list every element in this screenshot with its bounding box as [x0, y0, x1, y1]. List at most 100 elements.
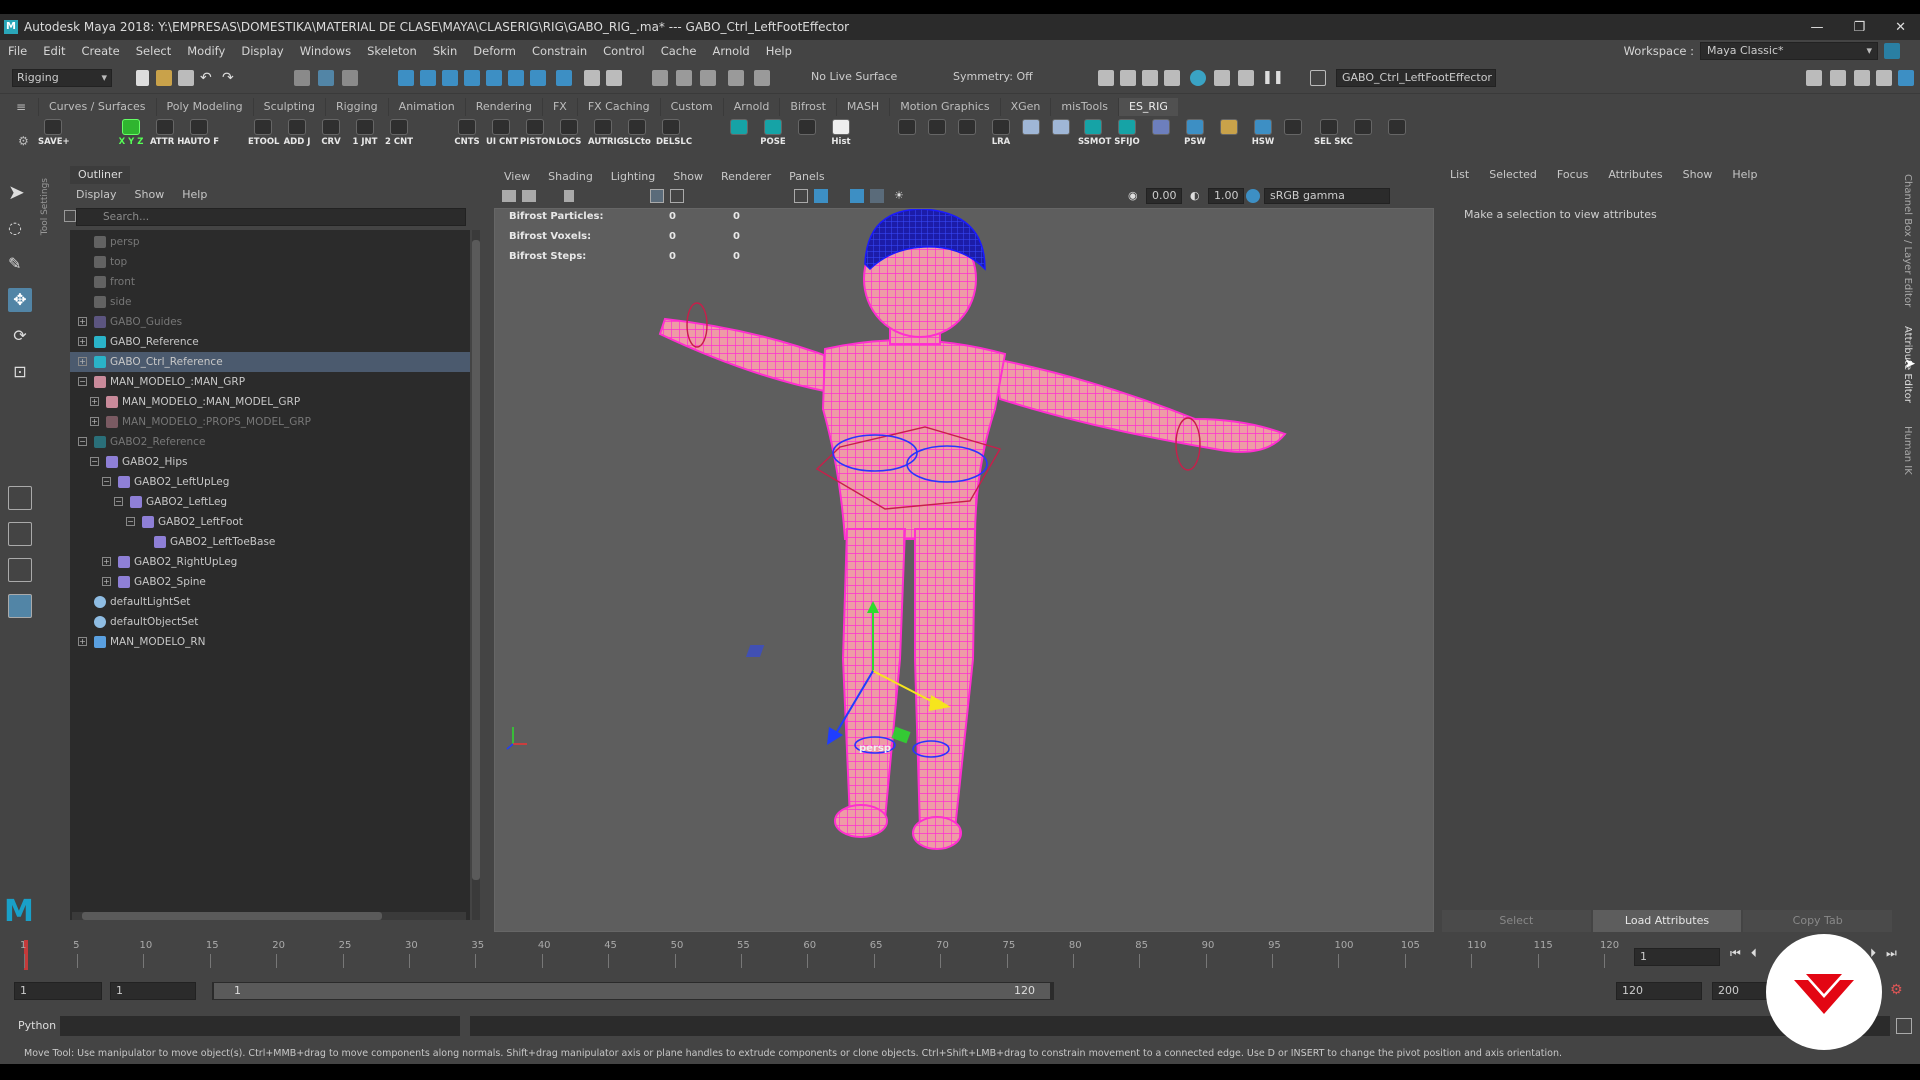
collapse-icon[interactable]: −: [126, 517, 135, 526]
outliner-row[interactable]: + GABO2_Spine: [70, 572, 470, 592]
animation-end-field[interactable]: 200: [1712, 982, 1772, 1000]
shelf-psw-button[interactable]: PSW: [1180, 116, 1210, 156]
shelf-sfijo-button[interactable]: SFIJO: [1112, 116, 1142, 156]
shelf-locs-button[interactable]: LOCS: [554, 116, 584, 156]
viewport-menu-panels[interactable]: Panels: [789, 168, 824, 186]
lock-icon[interactable]: [1884, 43, 1900, 59]
outliner-menu-help[interactable]: Help: [182, 188, 207, 201]
go-to-start-icon[interactable]: ⏮: [1730, 946, 1741, 961]
shelf-xyz-button[interactable]: X Y Z: [116, 116, 146, 156]
bookmark-icon[interactable]: [564, 190, 574, 202]
history-input-icon[interactable]: [652, 70, 668, 86]
open-scene-icon[interactable]: [156, 70, 172, 86]
snap-view-plane-icon[interactable]: [464, 70, 480, 86]
copy-tab-button[interactable]: Copy Tab: [1743, 910, 1893, 932]
exposure-field[interactable]: 0.00: [1146, 188, 1182, 204]
shelf-python-d-button[interactable]: [1382, 116, 1412, 156]
character-body[interactable]: [658, 209, 1287, 850]
snap-grid-icon[interactable]: [398, 70, 414, 86]
shelf-tab-fx-caching[interactable]: FX Caching: [576, 98, 660, 116]
playback-start-field[interactable]: 1: [110, 982, 196, 1000]
paint-select-tool-icon[interactable]: ✎: [8, 252, 32, 276]
menu-edit[interactable]: Edit: [43, 44, 65, 58]
expand-icon[interactable]: +: [102, 557, 111, 566]
outliner-row[interactable]: defaultLightSet: [70, 592, 470, 612]
exposure-icon[interactable]: ◉: [1128, 189, 1142, 203]
outliner-row[interactable]: − GABO2_LeftUpLeg: [70, 472, 470, 492]
shelf-auto-f-button[interactable]: AUTO F: [184, 116, 219, 156]
modeling-toolkit-icon[interactable]: [1806, 70, 1822, 86]
menu-cache[interactable]: Cache: [661, 44, 697, 58]
menu-display[interactable]: Display: [241, 44, 283, 58]
minimize-icon[interactable]: —: [1810, 20, 1823, 35]
outliner-horizontal-scrollbar[interactable]: [72, 912, 466, 920]
menu-deform[interactable]: Deform: [473, 44, 516, 58]
collapse-icon[interactable]: −: [78, 437, 87, 446]
select-hierarchy-icon[interactable]: [294, 70, 310, 86]
attr-menu-show[interactable]: Show: [1683, 168, 1713, 181]
outliner-row[interactable]: − GABO2_LeftLeg: [70, 492, 470, 512]
scale-tool-icon[interactable]: ⊡: [8, 360, 32, 384]
attr-menu-attributes[interactable]: Attributes: [1608, 168, 1662, 181]
tool-settings-toggle-icon[interactable]: [1876, 70, 1892, 86]
menu-control[interactable]: Control: [603, 44, 645, 58]
shelf-hsw-button[interactable]: HSW: [1248, 116, 1278, 156]
gamma-icon[interactable]: ◐: [1190, 189, 1204, 203]
shelf-tab-rendering[interactable]: Rendering: [464, 98, 542, 116]
select-tool-icon[interactable]: ➤: [8, 180, 32, 204]
current-frame-field[interactable]: 1: [1634, 948, 1720, 966]
shelf-crv-button[interactable]: CRV: [316, 116, 346, 156]
grid-toggle-icon[interactable]: [650, 189, 664, 203]
shelf-slcto-button[interactable]: SLCto: [622, 116, 652, 156]
close-icon[interactable]: ✕: [1895, 20, 1906, 35]
wireframe-icon[interactable]: [794, 189, 808, 203]
snap-curve-icon[interactable]: [420, 70, 436, 86]
shelf-python-a-button[interactable]: [792, 116, 822, 156]
outliner-row[interactable]: + GABO2_RightUpLeg: [70, 552, 470, 572]
shelf-tab-xgen[interactable]: XGen: [999, 98, 1051, 116]
menu-constrain[interactable]: Constrain: [532, 44, 587, 58]
maximize-icon[interactable]: ❐: [1853, 20, 1865, 35]
attr-menu-help[interactable]: Help: [1732, 168, 1757, 181]
outliner-row[interactable]: top: [70, 252, 470, 272]
step-back-icon[interactable]: ⏴: [1751, 946, 1757, 961]
viewport-menu-lighting[interactable]: Lighting: [611, 168, 655, 186]
shelf-settings-icon[interactable]: ≡: [16, 100, 26, 114]
outliner-vertical-scrollbar[interactable]: [472, 230, 480, 920]
expand-icon[interactable]: +: [78, 337, 87, 346]
shelf-1-jnt-button[interactable]: 1 JNT: [350, 116, 380, 156]
shelf-attr-h-button[interactable]: ATTR H: [150, 116, 184, 156]
shelf-cnts-button[interactable]: CNTS: [452, 116, 482, 156]
shelf-joint-orient-button[interactable]: [1016, 116, 1046, 156]
redo-icon[interactable]: ↷: [222, 70, 238, 86]
expand-icon[interactable]: +: [78, 357, 87, 366]
move-tool-icon[interactable]: ✥: [8, 288, 32, 312]
attribute-editor-toggle-icon[interactable]: [1854, 70, 1870, 86]
outliner-row[interactable]: − GABO2_Hips: [70, 452, 470, 472]
channel-box-toggle-icon[interactable]: [1898, 70, 1914, 86]
shelf-tab-custom[interactable]: Custom: [659, 98, 723, 116]
arnold-ipr-icon[interactable]: [1238, 70, 1254, 86]
snap-surface-icon[interactable]: [486, 70, 502, 86]
camera-attributes-icon[interactable]: [522, 190, 536, 202]
shelf-python-c-button[interactable]: [952, 116, 982, 156]
shelf-tab-animation[interactable]: Animation: [387, 98, 465, 116]
shelf-ssmot-button[interactable]: SSMOT: [1078, 116, 1111, 156]
shelf-copy-weights-button[interactable]: [1278, 116, 1308, 156]
arnold-render-icon[interactable]: [1214, 70, 1230, 86]
shelf-2-cnt-button[interactable]: 2 CNT: [384, 116, 414, 156]
shelf-tab-mash[interactable]: MASH: [835, 98, 889, 116]
snap-point-icon[interactable]: [442, 70, 458, 86]
outliner-layout-icon[interactable]: [8, 594, 32, 618]
range-slider-handle[interactable]: [214, 983, 1050, 999]
range-slider[interactable]: 1 120: [212, 982, 1054, 1000]
menu-set-select[interactable]: Rigging: [12, 69, 112, 87]
outliner-search-input[interactable]: Search...: [76, 208, 466, 226]
expand-icon[interactable]: +: [102, 577, 111, 586]
gamma-field[interactable]: 1.00: [1208, 188, 1244, 204]
shelf-paint-weights-button[interactable]: [1214, 116, 1244, 156]
outliner-menu-display[interactable]: Display: [76, 188, 117, 201]
attr-menu-selected[interactable]: Selected: [1489, 168, 1537, 181]
playback-end-field[interactable]: 120: [1616, 982, 1702, 1000]
select-component-icon[interactable]: [342, 70, 358, 86]
